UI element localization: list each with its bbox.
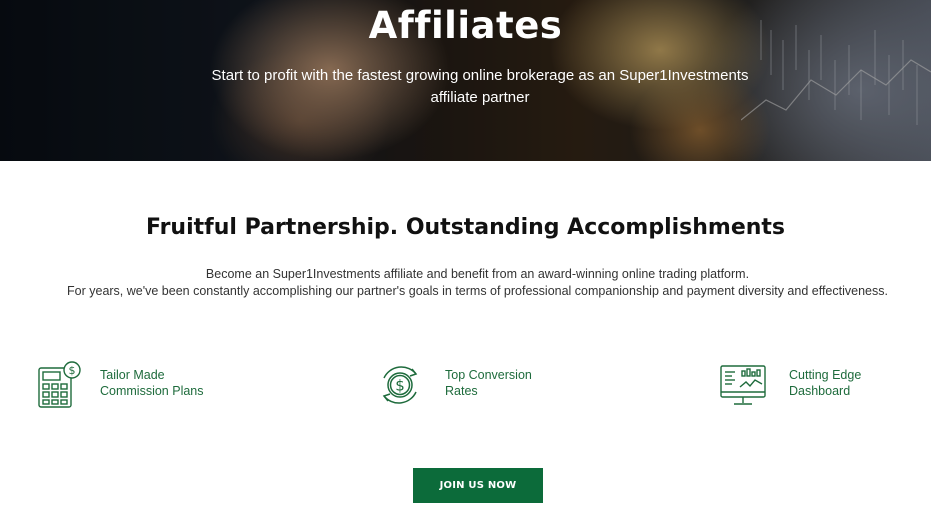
- page-title: Affiliates: [368, 4, 563, 47]
- feature-label: Top Conversion Rates: [445, 367, 575, 399]
- svg-text:$: $: [395, 377, 405, 395]
- hero-banner: Affiliates Start to profit with the fast…: [0, 0, 931, 161]
- intro-line1: Become an Super1Investments affiliate an…: [205, 267, 750, 281]
- feature-conversion-rates: $ Top Conversion Rates: [375, 360, 575, 410]
- feature-label-line1: Tailor Made: [100, 368, 165, 382]
- feature-label-line2: Rates: [445, 384, 478, 398]
- section-title: Fruitful Partnership. Outstanding Accomp…: [145, 215, 786, 240]
- feature-label-line2: Dashboard: [789, 384, 851, 398]
- join-us-now-button[interactable]: JOIN US NOW: [413, 468, 543, 503]
- hero-subtitle-line2: affiliate partner: [430, 89, 530, 106]
- intro-line2: For years, we've been constantly accompl…: [67, 284, 888, 298]
- hero-subtitle-line1: Start to profit with the fastest growing…: [211, 67, 749, 84]
- feature-label-line1: Top Conversion: [445, 368, 532, 382]
- calculator-dollar-icon: $: [38, 361, 81, 408]
- feature-label: Tailor Made Commission Plans: [100, 367, 230, 399]
- feature-label: Cutting Edge Dashboard: [789, 367, 919, 399]
- intro-text: Become an Super1Investments affiliate an…: [0, 266, 931, 300]
- feature-label-line1: Cutting Edge: [789, 368, 862, 382]
- svg-text:$: $: [69, 364, 76, 377]
- dollar-cycle-icon: $: [382, 366, 418, 404]
- feature-dashboard: Cutting Edge Dashboard: [718, 360, 919, 410]
- feature-commission-plans: $ Tailor Made Commission Plans: [36, 360, 230, 410]
- dashboard-monitor-icon: [720, 365, 766, 405]
- feature-label-line2: Commission Plans: [100, 384, 204, 398]
- hero-subtitle: Start to profit with the fastest growing…: [190, 65, 770, 109]
